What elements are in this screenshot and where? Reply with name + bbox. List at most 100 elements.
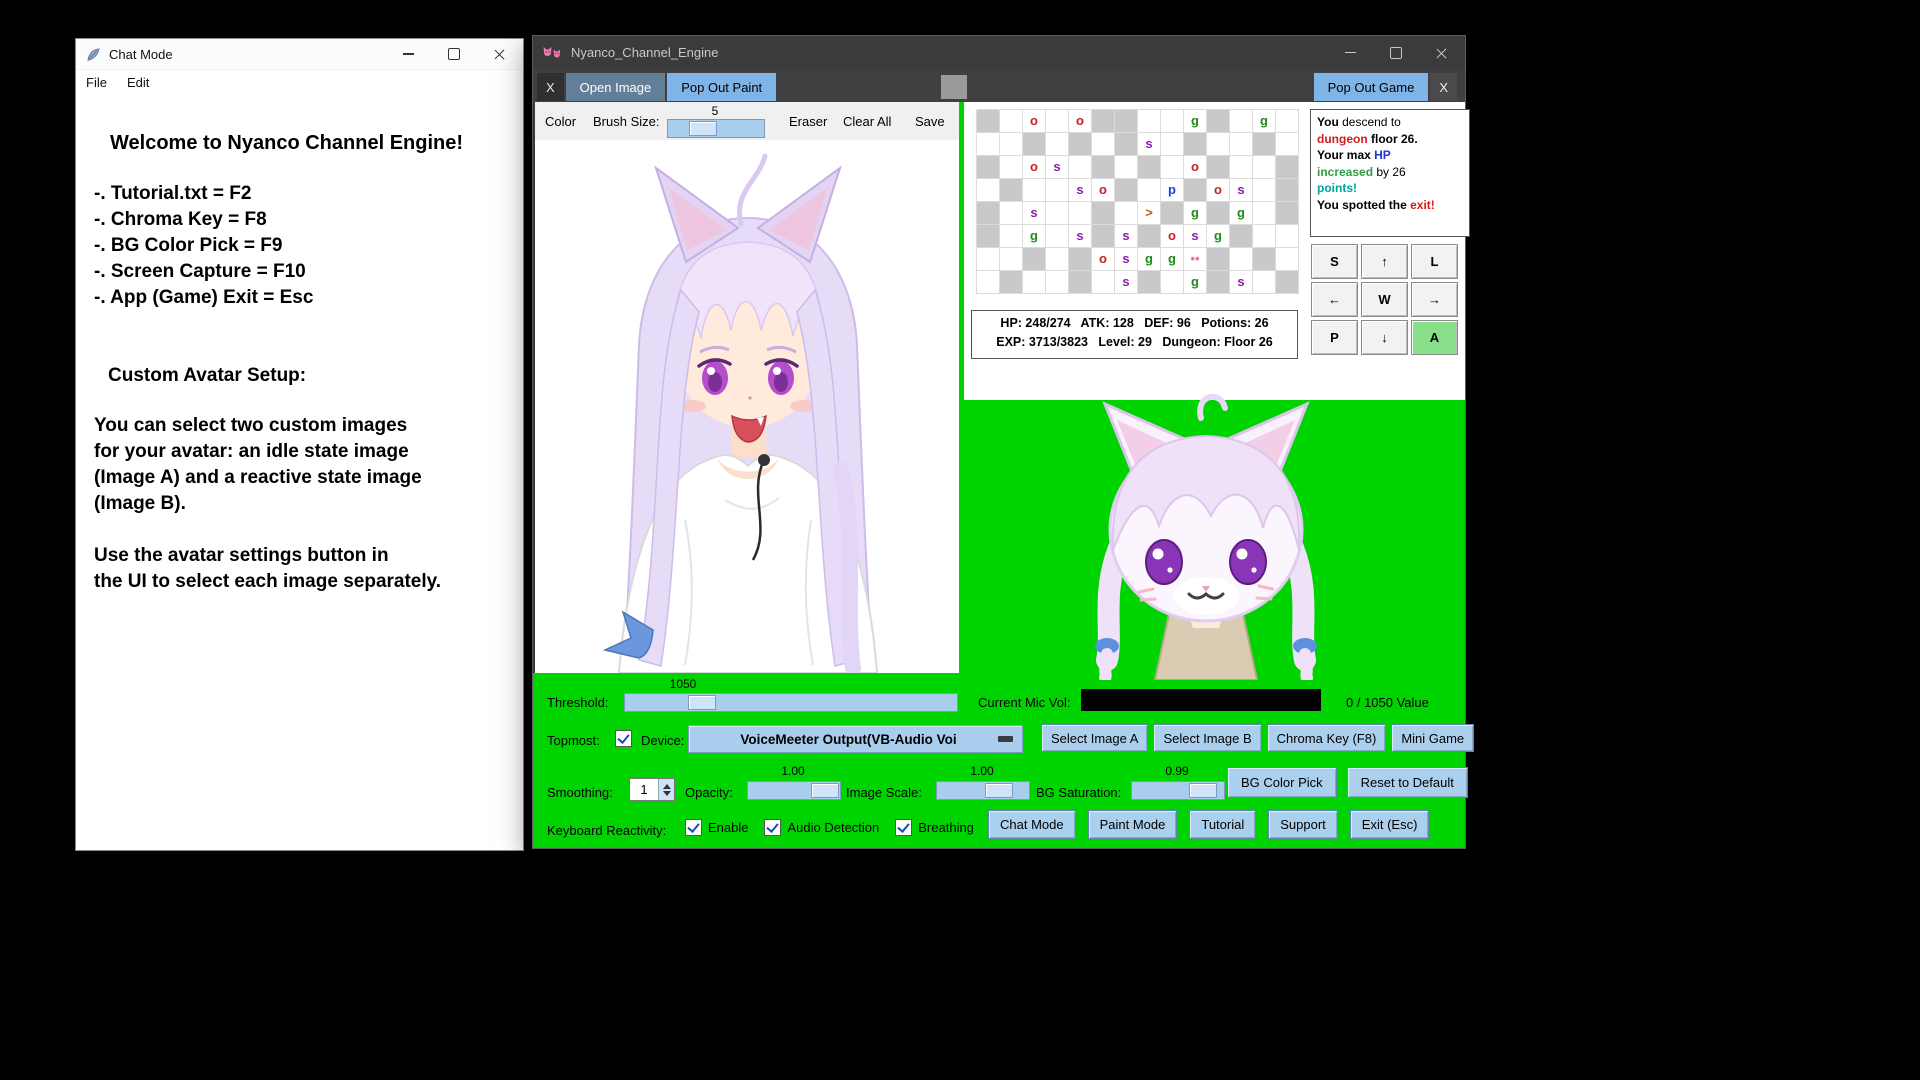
row4-buttons: Chat Mode Paint Mode Tutorial Support Exit (… [988, 810, 1429, 839]
grid-cell: g [1023, 225, 1045, 247]
slider-handle[interactable] [689, 121, 717, 136]
tab-pop-out-game[interactable]: Pop Out Game [1314, 73, 1429, 101]
welcome-heading: Welcome to Nyanco Channel Engine! [110, 132, 505, 155]
button-reset-to-default[interactable]: Reset to Default [1347, 767, 1468, 798]
grid-cell [1069, 271, 1091, 293]
eraser-button[interactable]: Eraser [789, 114, 827, 129]
slider-handle[interactable] [811, 783, 839, 798]
tab-close-game[interactable]: X [1430, 73, 1457, 101]
grid-cell [1253, 133, 1275, 155]
avatar-setup-heading: Custom Avatar Setup: [108, 365, 505, 387]
chat-menubar: File Edit [76, 70, 523, 95]
grid-cell [1207, 248, 1229, 270]
game-stats: HP: 248/274 ATK: 128 DEF: 96 Potions: 26… [971, 310, 1298, 359]
tab-open-image[interactable]: Open Image [566, 73, 666, 101]
clear-all-button[interactable]: Clear All [843, 114, 891, 129]
slider-handle[interactable] [985, 783, 1013, 798]
pad-button-l[interactable]: L [1411, 244, 1458, 279]
engine-titlebar[interactable]: Nyanco_Channel_Engine [533, 36, 1465, 69]
button-mini-game[interactable]: Mini Game [1391, 724, 1474, 752]
paint-canvas[interactable] [535, 140, 959, 673]
grid-cell: g [1230, 202, 1252, 224]
grid-cell [977, 156, 999, 178]
checkbox-label: Audio Detection [787, 820, 879, 835]
save-button[interactable]: Save [915, 114, 945, 129]
grid-cell [1092, 225, 1114, 247]
pad-button-s[interactable]: S [1311, 244, 1358, 279]
game-log: You descend todungeon floor 26.Your max … [1310, 109, 1470, 237]
minimize-button[interactable] [385, 39, 431, 69]
button-exit-esc[interactable]: Exit (Esc) [1350, 810, 1430, 839]
dropdown-indicator-icon [998, 736, 1013, 742]
grid-cell: o [1092, 248, 1114, 270]
tab-bar: X Open Image Pop Out Paint Pop Out Game … [533, 69, 1465, 102]
pad-button-[interactable]: ↓ [1361, 320, 1408, 355]
smoothing-value: 1 [630, 779, 658, 800]
opacity-slider[interactable] [747, 781, 841, 800]
button-bg-color-pick[interactable]: BG Color Pick [1227, 767, 1337, 798]
button-support[interactable]: Support [1268, 810, 1338, 839]
grid-cell [1276, 248, 1298, 270]
grid-cell [1046, 225, 1068, 247]
bg-saturation-slider[interactable] [1131, 781, 1225, 800]
splitter-grip[interactable] [941, 75, 967, 99]
color-button[interactable]: Color [545, 114, 576, 129]
threshold-label: Threshold: [547, 695, 608, 710]
menu-edit[interactable]: Edit [127, 75, 149, 90]
avatar-settings-paragraph: Use the avatar settings button in the UI… [94, 543, 505, 595]
slider-handle[interactable] [688, 695, 716, 710]
brush-size-slider[interactable] [667, 119, 765, 138]
pad-button-[interactable]: ← [1311, 282, 1358, 317]
grid-cell: s [1069, 225, 1091, 247]
button-chat-mode[interactable]: Chat Mode [988, 810, 1076, 839]
pad-button-a[interactable]: A [1411, 320, 1458, 355]
spinner-arrows-icon[interactable] [658, 779, 674, 800]
menu-file[interactable]: File [86, 75, 107, 90]
pad-button-[interactable]: → [1411, 282, 1458, 317]
grid-cell [1000, 110, 1022, 132]
maximize-button[interactable] [1373, 36, 1419, 69]
button-paint-mode[interactable]: Paint Mode [1088, 810, 1178, 839]
chat-window-title: Chat Mode [109, 47, 173, 62]
grid-cell [1023, 248, 1045, 270]
grid-cell [1207, 271, 1229, 293]
checkbox-label: Breathing [918, 820, 974, 835]
checkbox-enable[interactable]: Enable [685, 819, 748, 836]
checkbox-audio-detection[interactable]: Audio Detection [764, 819, 879, 836]
pad-button-[interactable]: ↑ [1361, 244, 1408, 279]
row2-buttons: Select Image ASelect Image BChroma Key (… [1041, 724, 1474, 752]
grid-cell: s [1115, 225, 1137, 247]
grid-cell [1207, 133, 1229, 155]
button-select-image-a[interactable]: Select Image A [1041, 724, 1148, 752]
checkbox-box[interactable] [685, 819, 702, 836]
topmost-checkbox[interactable] [615, 730, 632, 747]
tab-pop-out-paint[interactable]: Pop Out Paint [667, 73, 776, 101]
grid-cell [1161, 156, 1183, 178]
minimize-button[interactable] [1327, 36, 1373, 69]
slider-handle[interactable] [1189, 783, 1217, 798]
button-chroma-key-f8[interactable]: Chroma Key (F8) [1267, 724, 1387, 752]
smoothing-spinbox[interactable]: 1 [629, 778, 675, 801]
device-dropdown[interactable]: VoiceMeeter Output(VB-Audio Voi [688, 725, 1023, 753]
grid-cell: s [1069, 179, 1091, 201]
grid-cell [1161, 133, 1183, 155]
grid-cell [977, 225, 999, 247]
button-select-image-b[interactable]: Select Image B [1153, 724, 1261, 752]
button-tutorial[interactable]: Tutorial [1189, 810, 1256, 839]
chat-titlebar[interactable]: Chat Mode [76, 39, 523, 70]
checkbox-box[interactable] [895, 819, 912, 836]
threshold-slider[interactable] [624, 693, 958, 712]
tab-close-paint[interactable]: X [537, 73, 564, 101]
grid-cell [1046, 202, 1068, 224]
pad-button-p[interactable]: P [1311, 320, 1358, 355]
grid-cell [977, 271, 999, 293]
grid-cell: g [1184, 271, 1206, 293]
checkbox-breathing[interactable]: Breathing [895, 819, 974, 836]
image-scale-slider[interactable] [936, 781, 1030, 800]
close-button[interactable] [1419, 36, 1465, 69]
checkbox-box[interactable] [764, 819, 781, 836]
close-button[interactable] [477, 39, 523, 69]
mic-volume-value: 0 / 1050 Value [1346, 695, 1429, 710]
maximize-button[interactable] [431, 39, 477, 69]
pad-button-w[interactable]: W [1361, 282, 1408, 317]
